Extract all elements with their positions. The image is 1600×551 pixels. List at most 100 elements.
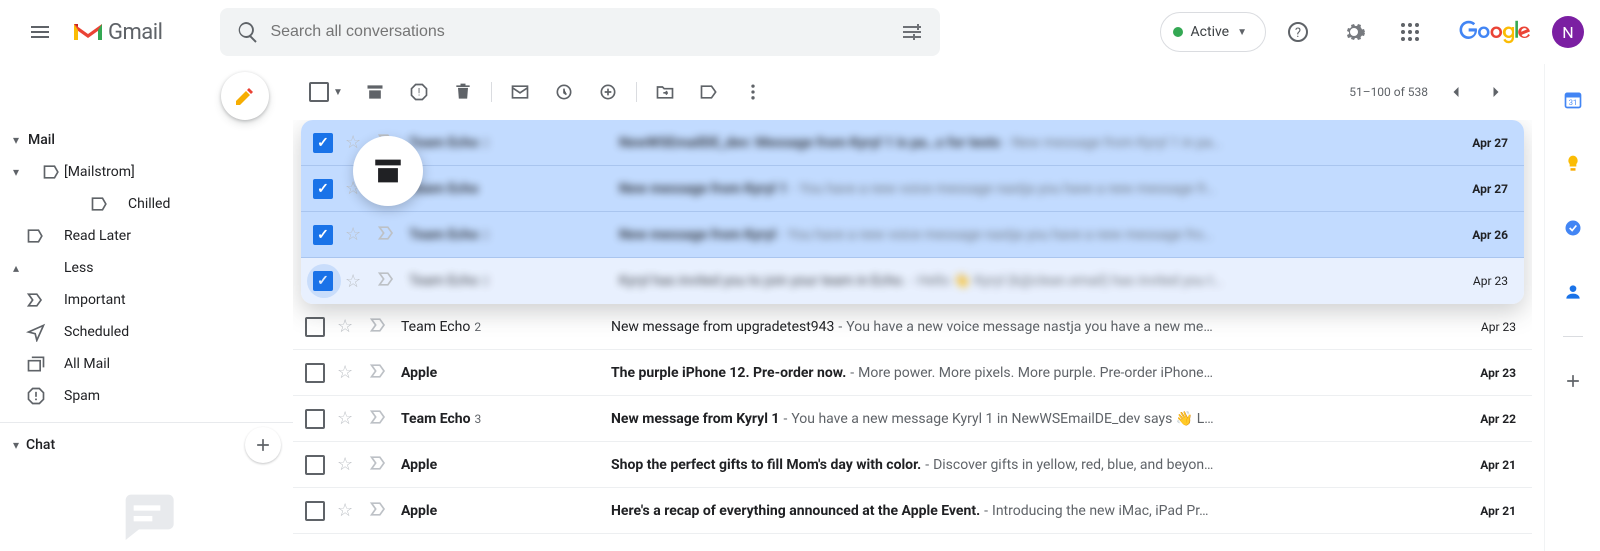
svg-text:!: ! xyxy=(418,87,421,98)
row-checkbox[interactable] xyxy=(313,179,333,199)
star-toggle[interactable]: ☆ xyxy=(345,271,365,292)
row-date: Apr 23 xyxy=(1448,274,1508,288)
more-button[interactable] xyxy=(733,72,773,112)
star-toggle[interactable]: ☆ xyxy=(337,316,357,337)
row-checkbox[interactable] xyxy=(313,133,333,153)
select-all-menu-button[interactable]: ▼ xyxy=(333,87,343,98)
message-row[interactable]: ☆ Apple Shop the perfect gifts to fill M… xyxy=(293,442,1532,488)
importance-marker[interactable] xyxy=(369,499,389,523)
row-body: New message from upgradetest943 - You ha… xyxy=(611,319,1456,335)
report-spam-button[interactable]: ! xyxy=(399,72,439,112)
keep-addon-button[interactable] xyxy=(1553,144,1593,184)
row-sender: Team Echo 2 xyxy=(401,319,611,335)
settings-button[interactable] xyxy=(1334,12,1374,52)
pencil-icon xyxy=(233,84,257,108)
importance-marker[interactable] xyxy=(369,361,389,385)
tasks-icon xyxy=(1563,218,1583,238)
mark-unread-button[interactable] xyxy=(500,72,540,112)
star-toggle[interactable]: ☆ xyxy=(345,224,365,245)
message-row[interactable]: ☆ Team Echo2 NewWSEmailDE_dev: Message f… xyxy=(301,120,1524,166)
search-input[interactable] xyxy=(268,22,892,42)
labels-button[interactable] xyxy=(689,72,729,112)
hamburger-icon xyxy=(28,20,52,44)
message-row[interactable]: ☆ Team Echo New message from Kyryl 1 - Y… xyxy=(301,166,1524,212)
tasks-addon-button[interactable] xyxy=(1553,208,1593,248)
message-row[interactable]: ☆ Team Echo 3 New message from Kyryl 1 -… xyxy=(293,396,1532,442)
star-toggle[interactable]: ☆ xyxy=(337,500,357,521)
sidebar-section-mail[interactable]: ▾ Mail xyxy=(0,124,293,156)
calendar-addon-button[interactable]: 31 xyxy=(1553,80,1593,120)
message-row[interactable]: ☆ Team Echo2 Kyryl has invited you to jo… xyxy=(301,258,1524,304)
new-chat-button[interactable] xyxy=(245,427,281,463)
search-button[interactable] xyxy=(228,12,268,52)
contacts-addon-button[interactable] xyxy=(1553,272,1593,312)
caret-down-icon: ▾ xyxy=(6,165,26,179)
move-to-button[interactable] xyxy=(645,72,685,112)
caret-up-icon: ▴ xyxy=(6,261,26,275)
sidebar-item-label: Important xyxy=(64,292,126,308)
action-toolbar: ▼ ! 51–100 of 538 xyxy=(293,64,1532,120)
sidebar-item-less[interactable]: ▴ Less xyxy=(0,252,293,284)
sidebar-item-chilled[interactable]: Chilled xyxy=(0,188,293,220)
sidebar-item-spam[interactable]: Spam xyxy=(0,380,293,412)
row-body: Here's a recap of everything announced a… xyxy=(611,503,1456,519)
apps-button[interactable] xyxy=(1390,12,1430,52)
sidebar-item-mailstrom[interactable]: ▾ [Mailstrom] xyxy=(0,156,293,188)
row-checkbox[interactable] xyxy=(305,363,325,383)
trash-icon xyxy=(453,82,473,102)
row-body: New message from Kyryl - You have a new … xyxy=(619,227,1448,243)
row-checkbox[interactable] xyxy=(305,501,325,521)
message-row[interactable]: ☆ Apple The purple iPhone 12. Pre-order … xyxy=(293,350,1532,396)
main-menu-button[interactable] xyxy=(16,8,64,56)
star-toggle[interactable]: ☆ xyxy=(337,454,357,475)
newer-button[interactable] xyxy=(1436,72,1476,112)
row-checkbox[interactable] xyxy=(305,455,325,475)
svg-text:31: 31 xyxy=(1568,98,1576,107)
row-checkbox[interactable] xyxy=(305,317,325,337)
message-row[interactable]: ☆ Team Echo2 New message from Kyryl - Yo… xyxy=(301,212,1524,258)
delete-button[interactable] xyxy=(443,72,483,112)
add-to-tasks-button[interactable] xyxy=(588,72,628,112)
older-button[interactable] xyxy=(1476,72,1516,112)
importance-marker[interactable] xyxy=(369,407,389,431)
snooze-button[interactable] xyxy=(544,72,584,112)
drag-archive-chip xyxy=(353,136,423,206)
sidebar-section-chat[interactable]: ▾ Chat xyxy=(0,429,293,461)
side-panel-separator xyxy=(1563,336,1583,337)
select-all-checkbox[interactable] xyxy=(309,82,329,102)
row-body: New message from Kyryl 1 - You have a ne… xyxy=(611,411,1456,427)
sidebar-item-label: Spam xyxy=(64,388,100,404)
row-sender: Team Echo2 xyxy=(409,227,619,243)
importance-marker[interactable] xyxy=(377,223,397,247)
sidebar-item-label: All Mail xyxy=(64,356,110,372)
importance-marker[interactable] xyxy=(377,269,397,293)
sidebar-item-all-mail[interactable]: All Mail xyxy=(0,348,293,380)
chat-empty-state xyxy=(0,481,293,551)
row-body: New message from Kyryl 1 - You have a ne… xyxy=(619,181,1448,197)
star-toggle[interactable]: ☆ xyxy=(337,408,357,429)
star-toggle[interactable]: ☆ xyxy=(337,362,357,383)
importance-marker[interactable] xyxy=(369,315,389,339)
row-checkbox[interactable] xyxy=(305,409,325,429)
compose-button[interactable] xyxy=(221,72,269,120)
message-row[interactable]: ☆ Team Echo 2 New message from upgradete… xyxy=(293,304,1532,350)
caret-down-icon: ▾ xyxy=(6,133,26,147)
get-addons-button[interactable] xyxy=(1553,361,1593,401)
importance-marker[interactable] xyxy=(369,453,389,477)
status-chip[interactable]: Active ▼ xyxy=(1160,12,1266,52)
scheduled-icon xyxy=(26,322,46,342)
sidebar-item-read-later[interactable]: Read Later xyxy=(0,220,293,252)
account-avatar[interactable]: N xyxy=(1552,16,1584,48)
chevron-right-icon xyxy=(1486,82,1506,102)
sidebar-item-important[interactable]: Important xyxy=(0,284,293,316)
row-sender: Team Echo xyxy=(409,181,619,197)
gmail-logo[interactable]: Gmail xyxy=(72,20,162,45)
row-sender: Team Echo2 xyxy=(409,273,619,289)
archive-button[interactable] xyxy=(355,72,395,112)
message-row[interactable]: ☆ Apple Here's a recap of everything ann… xyxy=(293,488,1532,534)
row-body: Shop the perfect gifts to fill Mom's day… xyxy=(611,457,1456,473)
sidebar-item-scheduled[interactable]: Scheduled xyxy=(0,316,293,348)
row-checkbox[interactable] xyxy=(313,225,333,245)
support-button[interactable]: ? xyxy=(1278,12,1318,52)
search-options-button[interactable] xyxy=(892,12,932,52)
